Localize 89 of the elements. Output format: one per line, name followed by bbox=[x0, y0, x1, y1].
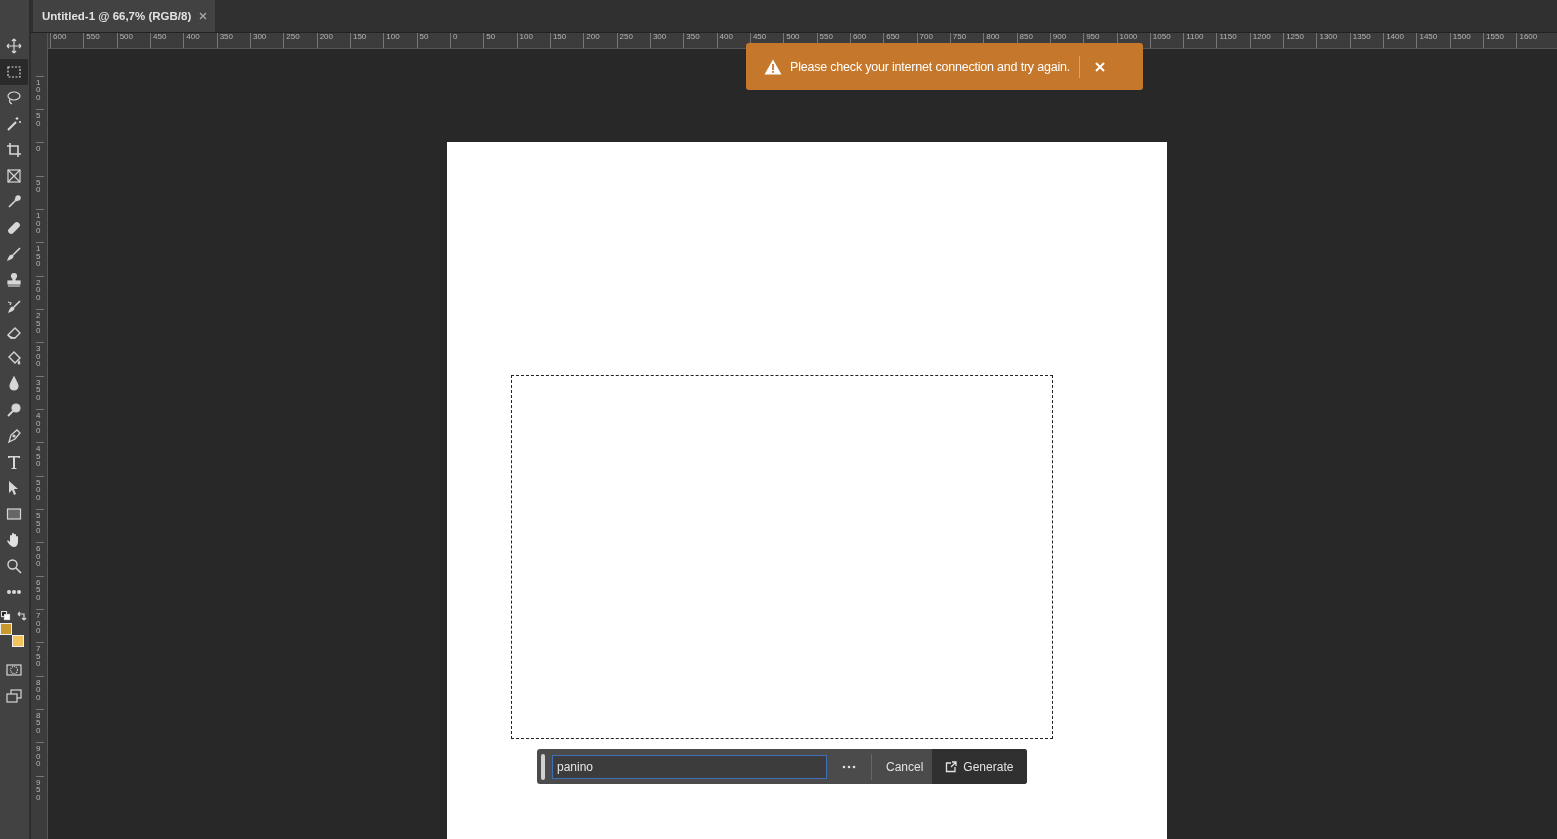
ruler-label: 1150 bbox=[1216, 33, 1250, 48]
ruler-label: 300 bbox=[36, 342, 44, 376]
warning-icon bbox=[764, 58, 782, 75]
ruler-label: 400 bbox=[183, 33, 217, 48]
paint-bucket-icon bbox=[6, 350, 22, 366]
generate-icon bbox=[945, 760, 958, 773]
ruler-label: 700 bbox=[36, 608, 44, 643]
ruler-label: 1050 bbox=[1149, 33, 1184, 48]
ruler-label: 200 bbox=[583, 33, 617, 48]
ruler-label: 1300 bbox=[1316, 33, 1350, 48]
swap-arrow-icon[interactable] bbox=[17, 611, 27, 621]
ruler-label: 50 bbox=[36, 109, 44, 143]
ruler-label: 1500 bbox=[1449, 33, 1484, 48]
default-colors-icon[interactable] bbox=[1, 611, 11, 621]
cancel-button[interactable]: Cancel bbox=[872, 749, 933, 784]
ruler-label: 500 bbox=[36, 475, 44, 509]
background-color-swatch[interactable] bbox=[12, 635, 24, 647]
move-icon bbox=[6, 38, 22, 54]
ruler-label: 300 bbox=[249, 33, 284, 48]
ruler-label: 100 bbox=[36, 75, 44, 109]
ruler-label: 1250 bbox=[1283, 33, 1317, 48]
ruler-label: 600 bbox=[50, 33, 84, 48]
ruler-label: 200 bbox=[36, 275, 44, 309]
lollipop-icon bbox=[6, 402, 22, 418]
ruler-label: 800 bbox=[36, 675, 44, 709]
tool-button[interactable] bbox=[0, 59, 28, 85]
ruler-label: 550 bbox=[83, 33, 117, 48]
close-icon bbox=[199, 12, 208, 20]
lasso-icon bbox=[6, 90, 22, 106]
dashed-rectangle-icon bbox=[6, 64, 22, 80]
ruler-label: 1400 bbox=[1383, 33, 1417, 48]
ruler-label: 750 bbox=[36, 642, 44, 676]
ruler-label: 100 bbox=[383, 33, 417, 48]
ruler-label: 200 bbox=[316, 33, 350, 48]
document-tab[interactable]: Untitled-1 @ 66,7% (RGB/8) bbox=[33, 0, 216, 32]
ruler-label: 100 bbox=[36, 208, 44, 243]
pen-icon bbox=[6, 428, 22, 444]
ruler-label: 950 bbox=[36, 775, 44, 809]
ruler-label: 1600 bbox=[1516, 33, 1550, 48]
eyedropper-icon bbox=[6, 194, 22, 210]
foreground-color-swatch[interactable] bbox=[0, 623, 12, 635]
ruler-label: 550 bbox=[36, 508, 44, 543]
ruler-label: 350 bbox=[216, 33, 250, 48]
ruler-label: 350 bbox=[36, 375, 44, 409]
ruler-label: 900 bbox=[36, 742, 44, 776]
ruler-label: 250 bbox=[36, 308, 44, 343]
history-brush-icon bbox=[6, 298, 22, 314]
screen-mode-icon bbox=[6, 688, 22, 704]
brush-icon bbox=[6, 246, 22, 262]
ruler-label: 50 bbox=[416, 33, 450, 48]
drag-handle[interactable] bbox=[541, 753, 545, 780]
close-icon bbox=[1095, 61, 1106, 72]
frame-icon bbox=[6, 168, 22, 184]
stamp-icon bbox=[6, 272, 22, 288]
ruler-label: 450 bbox=[150, 33, 184, 48]
ruler-label: 0 bbox=[36, 142, 44, 176]
ruler-label: 150 bbox=[349, 33, 384, 48]
zoom-icon bbox=[6, 558, 22, 574]
generate-button[interactable]: Generate bbox=[932, 749, 1027, 784]
prompt-field[interactable]: panino bbox=[552, 754, 827, 779]
ruler-label: 0 bbox=[449, 33, 484, 48]
ruler-label: 600 bbox=[36, 542, 44, 576]
ruler-label: 450 bbox=[36, 442, 44, 476]
rectangle-icon bbox=[6, 506, 22, 522]
ruler-label: 1350 bbox=[1349, 33, 1384, 48]
more-icon bbox=[841, 764, 857, 769]
ruler-label: 50 bbox=[483, 33, 517, 48]
ruler-label: 350 bbox=[683, 33, 717, 48]
ruler-label: 1450 bbox=[1416, 33, 1450, 48]
crop-icon bbox=[6, 142, 22, 158]
ruler-label: 300 bbox=[649, 33, 684, 48]
ruler-label: 250 bbox=[616, 33, 650, 48]
quick-mask-icon bbox=[6, 662, 22, 678]
magic-wand-icon bbox=[6, 116, 22, 132]
drop-icon bbox=[6, 376, 22, 392]
toast-message: Please check your internet connection and try again. bbox=[790, 59, 1071, 74]
ruler-label: 100 bbox=[516, 33, 550, 48]
ruler-label: 850 bbox=[36, 708, 44, 743]
ruler-label: 500 bbox=[116, 33, 150, 48]
type-icon bbox=[6, 454, 22, 470]
ruler-label: 1200 bbox=[1249, 33, 1284, 48]
ruler-label: 1550 bbox=[1483, 33, 1517, 48]
ruler-label: 50 bbox=[36, 175, 44, 209]
ruler-label: 1100 bbox=[1183, 33, 1217, 48]
ruler-label: 400 bbox=[36, 408, 44, 443]
ruler-label: 150 bbox=[549, 33, 584, 48]
ruler-label: 650 bbox=[36, 575, 44, 609]
ruler-label: 150 bbox=[36, 242, 44, 276]
ruler-label: 250 bbox=[283, 33, 317, 48]
